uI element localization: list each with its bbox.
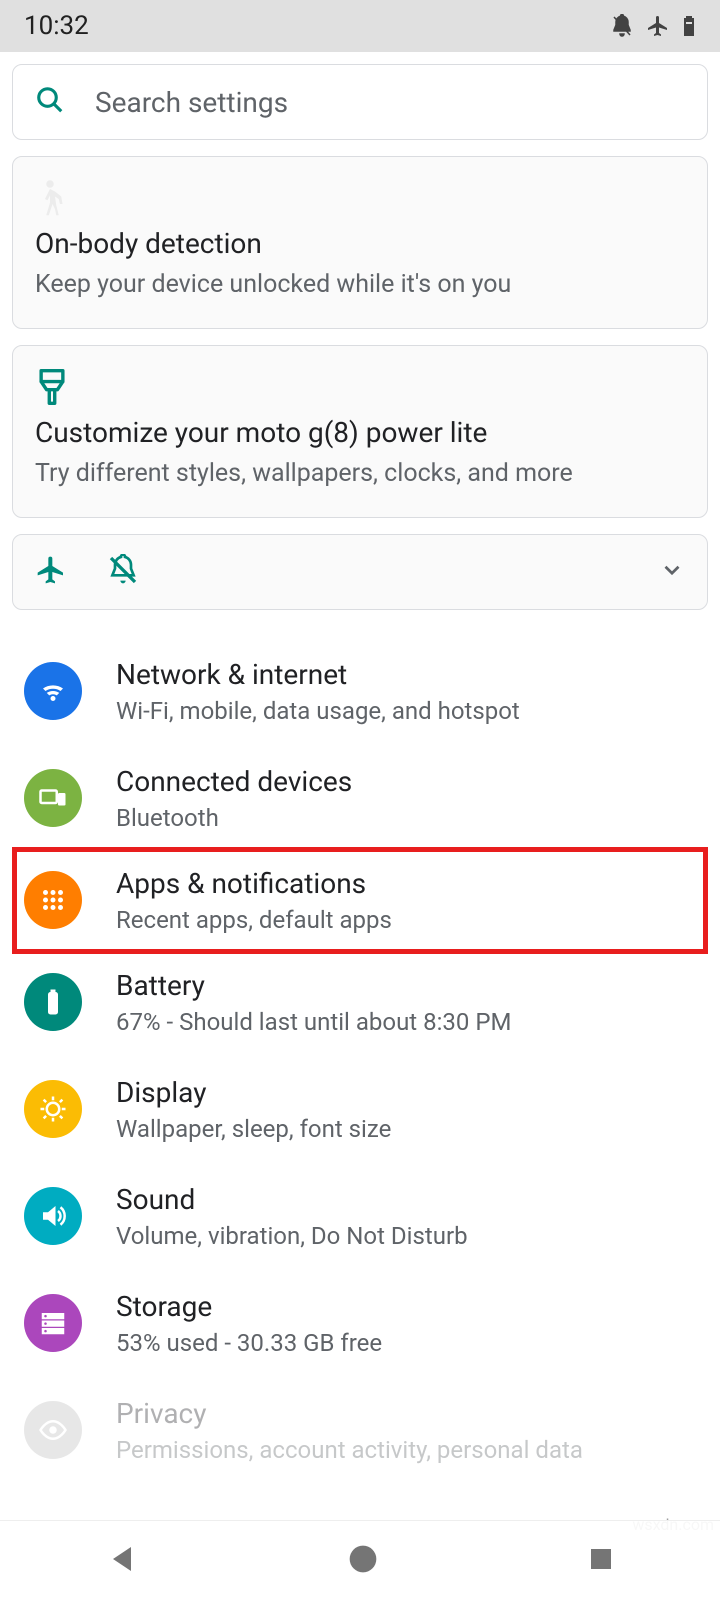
chevron-down-icon: [659, 557, 685, 587]
promo-subtitle: Try different styles, wallpapers, clocks…: [35, 457, 685, 491]
dnd-off-icon: [610, 14, 634, 38]
promo-onbody[interactable]: On-body detection Keep your device unloc…: [12, 156, 708, 329]
quick-status-card[interactable]: [12, 534, 708, 610]
status-time: 10:32: [24, 11, 89, 41]
item-subtitle: Volume, vibration, Do Not Disturb: [116, 1222, 468, 1250]
airplane-icon: [35, 554, 67, 590]
nav-recent-button[interactable]: [586, 1544, 616, 1578]
wifi-icon: [24, 662, 82, 720]
item-subtitle: Permissions, account activity, personal …: [116, 1436, 583, 1464]
settings-item-battery[interactable]: Battery 67% - Should last until about 8:…: [24, 949, 696, 1056]
settings-item-storage[interactable]: Storage 53% used - 30.33 GB free: [24, 1270, 696, 1377]
status-icons: [610, 14, 696, 38]
battery-icon: [682, 14, 696, 38]
settings-item-display[interactable]: Display Wallpaper, sleep, font size: [24, 1056, 696, 1163]
settings-item-privacy[interactable]: Privacy Permissions, account activity, p…: [24, 1377, 696, 1484]
promo-customize[interactable]: Customize your moto g(8) power lite Try …: [12, 345, 708, 518]
search-placeholder: Search settings: [95, 86, 288, 119]
search-settings[interactable]: Search settings: [12, 64, 708, 140]
battery-icon: [24, 973, 82, 1031]
privacy-icon: [24, 1401, 82, 1459]
item-title: Battery: [116, 969, 511, 1002]
status-bar: 10:32: [0, 0, 720, 52]
apps-icon: [24, 871, 82, 929]
settings-item-sound[interactable]: Sound Volume, vibration, Do Not Disturb: [24, 1163, 696, 1270]
nav-home-button[interactable]: [347, 1543, 379, 1579]
item-title: Storage: [116, 1290, 382, 1323]
settings-item-connected[interactable]: Connected devices Bluetooth: [24, 745, 696, 852]
item-title: Network & internet: [116, 658, 520, 691]
navigation-bar: [0, 1520, 720, 1600]
item-title: Apps & notifications: [116, 867, 392, 900]
dnd-off-icon: [107, 554, 139, 590]
promo-title: Customize your moto g(8) power lite: [35, 416, 685, 449]
item-title: Sound: [116, 1183, 468, 1216]
settings-item-network[interactable]: Network & internet Wi-Fi, mobile, data u…: [24, 638, 696, 745]
item-title: Privacy: [116, 1397, 583, 1430]
item-title: Display: [116, 1076, 391, 1109]
item-subtitle: Recent apps, default apps: [116, 906, 392, 934]
promo-title: On-body detection: [35, 227, 685, 260]
item-title: Connected devices: [116, 765, 352, 798]
brightness-icon: [24, 1080, 82, 1138]
walk-icon: [35, 179, 685, 223]
item-subtitle: Wi-Fi, mobile, data usage, and hotspot: [116, 697, 520, 725]
search-icon: [35, 85, 65, 119]
settings-item-apps[interactable]: Apps & notifications Recent apps, defaul…: [12, 847, 708, 954]
airplane-icon: [646, 14, 670, 38]
sound-icon: [24, 1187, 82, 1245]
storage-icon: [24, 1294, 82, 1352]
promo-subtitle: Keep your device unlocked while it's on …: [35, 268, 685, 302]
item-subtitle: Wallpaper, sleep, font size: [116, 1115, 391, 1143]
item-subtitle: 53% used - 30.33 GB free: [116, 1329, 382, 1357]
settings-list: Network & internet Wi-Fi, mobile, data u…: [12, 638, 708, 1484]
nav-back-button[interactable]: [104, 1541, 140, 1581]
devices-icon: [24, 769, 82, 827]
brush-icon: [35, 368, 685, 412]
item-subtitle: Bluetooth: [116, 804, 352, 832]
item-subtitle: 67% - Should last until about 8:30 PM: [116, 1008, 511, 1036]
